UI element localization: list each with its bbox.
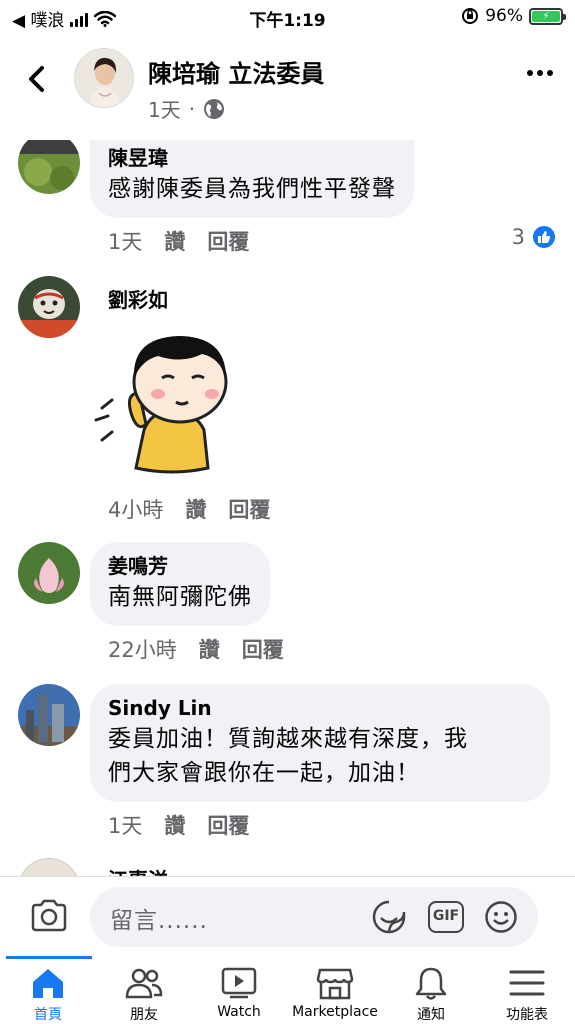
- globe-icon: [204, 98, 225, 119]
- commenter-name[interactable]: 江惠洋: [108, 864, 168, 876]
- battery-icon: ⚡: [529, 7, 566, 25]
- friends-icon: [125, 968, 163, 999]
- like-button[interactable]: 讚: [164, 226, 185, 256]
- comment-time[interactable]: 4小時: [108, 494, 163, 524]
- comment-placeholder: 留言......: [110, 908, 208, 934]
- comment-text: 南無阿彌陀佛: [108, 584, 252, 610]
- commenter-name[interactable]: 姜鳴芳: [108, 552, 252, 580]
- more-options-button[interactable]: [527, 70, 553, 76]
- comment-actions: 22小時 讚 回覆: [108, 634, 284, 664]
- gif-label: GIF: [428, 901, 464, 933]
- tab-menu[interactable]: 功能表: [479, 956, 575, 1024]
- comment-bubble[interactable]: 陳昱瑋 感謝陳委員為我們性平發聲: [90, 140, 414, 218]
- emoji-icon: [485, 901, 517, 933]
- comment-time[interactable]: 1天: [108, 810, 142, 840]
- commenter-avatar[interactable]: [18, 140, 80, 194]
- like-button[interactable]: 讚: [185, 494, 206, 524]
- bottom-tab-bar: 首頁 朋友 Watch Marketplace 通知 功能表: [0, 956, 575, 1024]
- post-meta: 1天 ·: [148, 94, 225, 123]
- commenter-name[interactable]: 劉彩如: [108, 284, 168, 313]
- menu-icon: [509, 970, 545, 996]
- comment-actions: 1天 讚 回覆: [108, 226, 249, 256]
- like-button[interactable]: 讚: [199, 634, 220, 664]
- orientation-lock-icon: [462, 8, 479, 24]
- comment-actions: 4小時 讚 回覆: [108, 494, 270, 524]
- tab-label: 功能表: [506, 1007, 548, 1023]
- comment-text: 感謝陳委員為我們性平發聲: [108, 176, 396, 202]
- emoji-button[interactable]: [484, 900, 518, 938]
- comment-time[interactable]: 1天: [108, 226, 142, 256]
- author-avatar[interactable]: [74, 48, 134, 108]
- marketplace-icon: [316, 968, 354, 1000]
- comment-actions: 1天 讚 回覆: [108, 810, 249, 840]
- tab-label: 通知: [417, 1007, 445, 1023]
- commenter-avatar[interactable]: [18, 542, 80, 604]
- comment-bubble[interactable]: Sindy Lin 委員加油！質詢越來越有深度，我 們大家會跟你在一起，加油！: [90, 684, 550, 802]
- tab-label: Marketplace: [292, 1004, 378, 1020]
- comment-bubble[interactable]: 姜鳴芳 南無阿彌陀佛: [90, 542, 270, 626]
- tab-home[interactable]: 首頁: [0, 956, 96, 1024]
- tab-label: 首頁: [34, 1007, 62, 1023]
- sticker-icon: [372, 900, 406, 934]
- post-author-name[interactable]: 陳培瑜 立法委員: [148, 54, 324, 89]
- reply-button[interactable]: 回覆: [207, 810, 249, 840]
- bell-icon: [415, 967, 447, 1000]
- reply-button[interactable]: 回覆: [242, 634, 284, 664]
- chevron-left-icon: [29, 66, 44, 92]
- post-header: 陳培瑜 立法委員 1天 ·: [0, 44, 575, 124]
- sticker-button[interactable]: [372, 900, 406, 938]
- camera-button[interactable]: [30, 899, 68, 937]
- sticker-image: [92, 320, 252, 480]
- thumbs-up-icon: [531, 224, 557, 250]
- like-count: 3: [511, 225, 525, 249]
- like-button[interactable]: 讚: [164, 810, 185, 840]
- post-time[interactable]: 1天: [148, 94, 181, 123]
- comment-time[interactable]: 22小時: [108, 634, 177, 664]
- battery-percent: 96%: [485, 6, 523, 26]
- tab-watch[interactable]: Watch: [191, 956, 287, 1024]
- commenter-avatar[interactable]: [18, 858, 80, 876]
- tab-marketplace[interactable]: Marketplace: [287, 956, 383, 1024]
- tab-friends[interactable]: 朋友: [96, 956, 192, 1024]
- watch-icon: [221, 967, 257, 999]
- commenter-name[interactable]: 陳昱瑋: [108, 144, 396, 172]
- meta-separator: ·: [188, 96, 196, 121]
- reply-button[interactable]: 回覆: [207, 226, 249, 256]
- camera-icon: [31, 899, 67, 932]
- reply-button[interactable]: 回覆: [228, 494, 270, 524]
- comment-composer: 留言...... GIF: [0, 876, 575, 956]
- tab-notifications[interactable]: 通知: [383, 956, 479, 1024]
- status-bar: ◀ 噗浪 下午1:19 96% ⚡: [0, 0, 575, 36]
- commenter-name[interactable]: Sindy Lin: [108, 694, 532, 722]
- commenter-avatar[interactable]: [18, 276, 80, 338]
- status-right: 96% ⚡: [461, 6, 566, 26]
- comments-list: 陳昱瑋 感謝陳委員為我們性平發聲 1天 讚 回覆 3 劉彩如 4小時 讚 回覆 …: [0, 140, 575, 876]
- reaction-count[interactable]: 3: [512, 224, 557, 250]
- commenter-avatar[interactable]: [18, 684, 80, 746]
- comment-input[interactable]: 留言...... GIF: [90, 887, 538, 947]
- tab-label: Watch: [217, 1004, 261, 1020]
- gif-button[interactable]: GIF: [428, 901, 464, 933]
- comment-text-line-2: 們大家會跟你在一起，加油！: [108, 760, 420, 786]
- comment-text-line-1: 委員加油！質詢越來越有深度，我: [108, 726, 468, 752]
- tab-label: 朋友: [130, 1007, 158, 1023]
- back-button[interactable]: [24, 64, 48, 94]
- home-icon: [33, 969, 63, 998]
